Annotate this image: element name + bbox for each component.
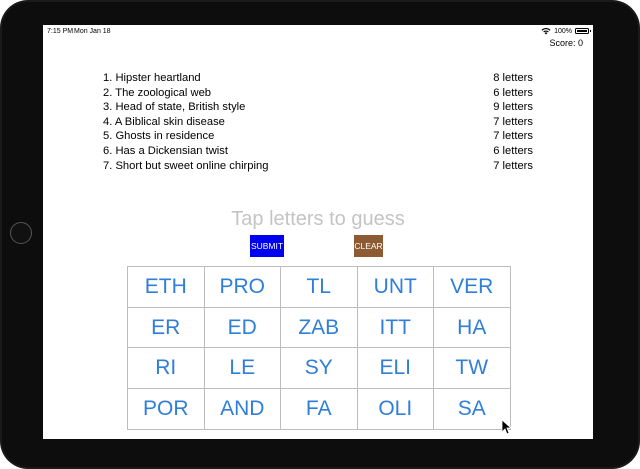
letter-tile[interactable]: LE <box>204 348 281 390</box>
letter-tile[interactable]: UNT <box>357 267 434 308</box>
letter-tile[interactable]: ZAB <box>281 307 358 349</box>
letter-tile[interactable]: FA <box>281 389 358 430</box>
clue-row: 7. Short but sweet online chirping 7 let… <box>103 159 533 174</box>
battery-icon <box>575 28 591 34</box>
clue-row: 5. Ghosts in residence 7 letters <box>103 129 533 144</box>
letter-tile[interactable]: POR <box>128 389 205 430</box>
letter-tile[interactable]: PRO <box>204 267 281 308</box>
letter-tile[interactable]: TW <box>434 348 511 390</box>
battery-percent: 100% <box>554 27 572 35</box>
letter-tile[interactable]: RI <box>128 348 205 390</box>
clue-length: 7 letters <box>493 130 533 143</box>
letter-tile[interactable]: OLI <box>357 389 434 430</box>
letter-tile[interactable]: ER <box>128 307 205 349</box>
guess-prompt: Tap letters to guess <box>231 208 405 230</box>
clue-text: 7. Short but sweet online chirping <box>103 159 269 172</box>
submit-button[interactable]: SUBMIT <box>250 235 284 257</box>
home-button[interactable] <box>10 222 32 244</box>
clue-row: 2. The zoological web 6 letters <box>103 86 533 101</box>
score-label: Score: 0 <box>549 38 583 48</box>
clue-text: 4. A Biblical skin disease <box>103 115 225 128</box>
letter-tile[interactable]: VER <box>434 267 511 308</box>
letter-tile[interactable]: AND <box>204 389 281 430</box>
clear-button[interactable]: CLEAR <box>354 235 383 257</box>
mouse-pointer-icon <box>501 419 511 435</box>
letter-tile[interactable]: ITT <box>357 307 434 349</box>
letter-tile[interactable]: ETH <box>128 267 205 308</box>
clue-row: 6. Has a Dickensian twist 6 letters <box>103 144 533 159</box>
clue-row: 4. A Biblical skin disease 7 letters <box>103 115 533 130</box>
letter-tile[interactable]: SA <box>434 389 511 430</box>
letter-tile[interactable]: HA <box>434 307 511 349</box>
status-time: 7:15 PM <box>47 28 74 35</box>
clue-text: 1. Hipster heartland <box>103 72 201 84</box>
clue-length: 6 letters <box>493 86 533 99</box>
wifi-icon <box>541 28 551 35</box>
clue-text: 5. Ghosts in residence <box>103 130 215 143</box>
clue-text: 3. Head of state, British style <box>103 101 246 114</box>
letter-tile[interactable]: ED <box>204 307 281 349</box>
letter-tile-grid: ETH PRO TL UNT VER ER ED ZAB ITT HA RI L… <box>127 266 511 430</box>
clue-text: 2. The zoological web <box>103 86 212 99</box>
app-screen: 7:15 PM Mon Jan 18 100% Score: 0 1. Hips… <box>43 25 593 439</box>
ipad-frame: 7:15 PM Mon Jan 18 100% Score: 0 1. Hips… <box>0 0 640 469</box>
letter-tile[interactable]: TL <box>281 267 358 308</box>
clue-row: 1. Hipster heartland 8 letters <box>103 71 533 86</box>
clue-length: 6 letters <box>493 144 533 157</box>
letter-tile[interactable]: SY <box>281 348 358 390</box>
letter-tile[interactable]: ELI <box>357 348 434 390</box>
clue-length: 8 letters <box>493 72 533 84</box>
clue-length: 9 letters <box>493 101 533 114</box>
status-indicators: 100% <box>541 27 591 35</box>
status-date: Mon Jan 18 <box>74 28 111 35</box>
clue-length: 7 letters <box>493 159 533 172</box>
clue-length: 7 letters <box>493 115 533 128</box>
clue-list: 1. Hipster heartland 8 letters 2. The zo… <box>103 71 533 173</box>
clue-text: 6. Has a Dickensian twist <box>103 144 228 157</box>
status-bar: 7:15 PM Mon Jan 18 100% <box>43 25 593 39</box>
clue-row: 3. Head of state, British style 9 letter… <box>103 100 533 115</box>
